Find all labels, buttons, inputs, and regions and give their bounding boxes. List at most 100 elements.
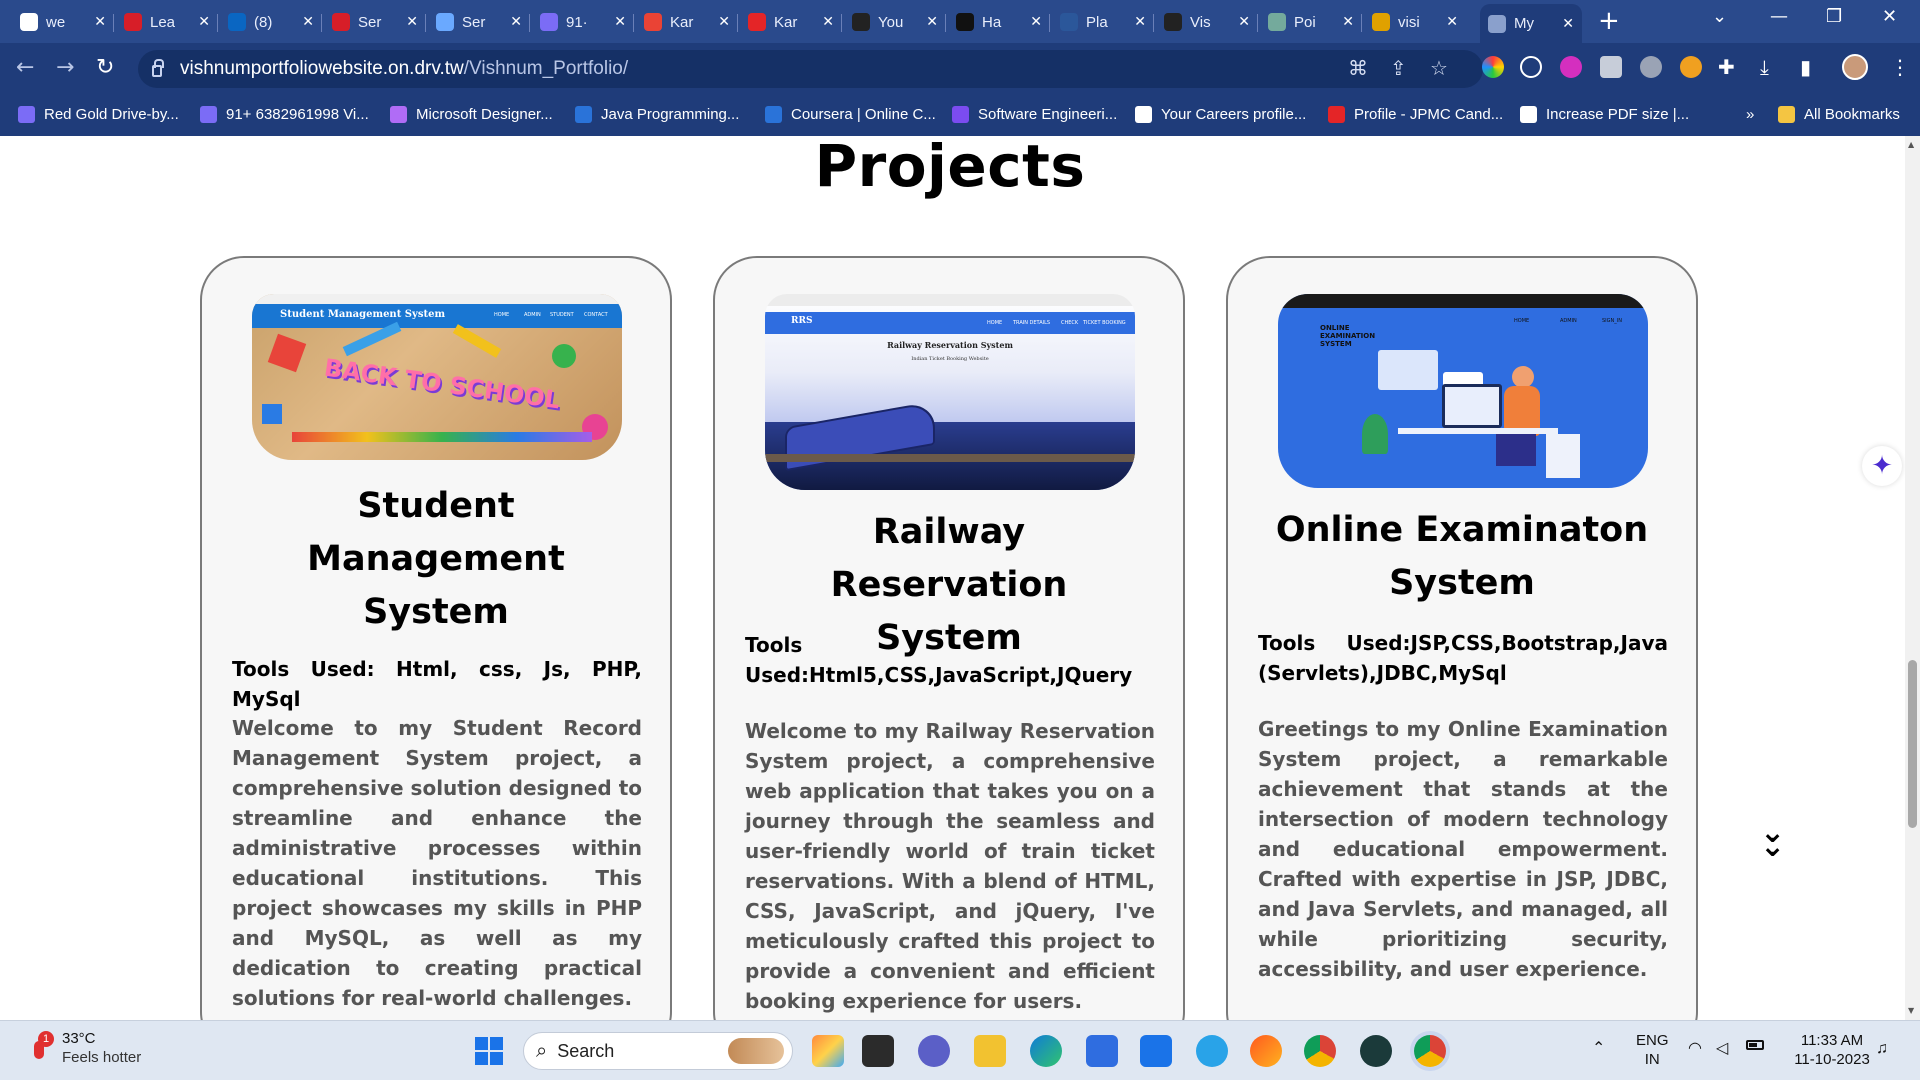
scroll-down-chevron-icon[interactable]: ⌄ ⌄ bbox=[1760, 818, 1785, 862]
page-scrollbar[interactable]: ▲ ▼ bbox=[1905, 136, 1920, 1020]
browser-tab[interactable]: Ser ✕ bbox=[428, 6, 530, 38]
browser-tab[interactable]: Pla ✕ bbox=[1052, 6, 1154, 38]
bookmark-item[interactable]: Profile - JPMC Cand... bbox=[1328, 106, 1503, 123]
tab-search-icon[interactable]: ⌄ bbox=[1712, 6, 1727, 27]
screenshot-nav: STUDENT bbox=[550, 312, 574, 318]
extension-m-icon[interactable] bbox=[1560, 56, 1582, 78]
browser-tab[interactable]: visi ✕ bbox=[1364, 6, 1466, 38]
browser-tab[interactable]: Kar ✕ bbox=[740, 6, 842, 38]
minimize-icon[interactable]: — bbox=[1770, 6, 1788, 27]
browser-tab[interactable]: Lea ✕ bbox=[116, 6, 218, 38]
wifi-icon[interactable]: ◠ bbox=[1688, 1039, 1702, 1058]
bookmark-item[interactable]: Software Engineeri... bbox=[952, 106, 1117, 123]
translate-icon[interactable]: ⌘ bbox=[1348, 56, 1368, 80]
share-icon[interactable]: ⇪ bbox=[1390, 56, 1407, 80]
microsoft-store-icon[interactable] bbox=[1086, 1035, 1118, 1067]
close-tab-icon[interactable]: ✕ bbox=[406, 14, 418, 30]
project-screenshot-student[interactable]: Student Management System HOME ADMIN STU… bbox=[252, 294, 622, 460]
react-devtools-icon[interactable] bbox=[1520, 56, 1542, 78]
browser-tab[interactable]: Vis ✕ bbox=[1156, 6, 1258, 38]
clock[interactable]: 11:33 AM 11-10-2023 bbox=[1784, 1031, 1880, 1069]
close-tab-icon[interactable]: ✕ bbox=[718, 14, 730, 30]
bookmark-item[interactable]: Coursera | Online C... bbox=[765, 106, 936, 123]
close-tab-icon[interactable]: ✕ bbox=[822, 14, 834, 30]
browser-tab[interactable]: 91· ✕ bbox=[532, 6, 634, 38]
bookmark-item[interactable]: 91+ 6382961998 Vi... bbox=[200, 106, 369, 123]
extension-orange-icon[interactable] bbox=[1680, 56, 1702, 78]
taskbar-search[interactable]: ⌕ Search bbox=[523, 1032, 793, 1070]
language-indicator[interactable]: ENG IN bbox=[1636, 1031, 1669, 1069]
volume-icon[interactable]: ◁ bbox=[1716, 1039, 1728, 1058]
url-text[interactable]: vishnumportfoliowebsite.on.drv.tw/Vishnu… bbox=[180, 58, 628, 80]
extensions-puzzle-icon[interactable]: ✚ bbox=[1718, 55, 1735, 79]
bookmark-star-icon[interactable]: ☆ bbox=[1430, 56, 1448, 80]
extension-grey-icon[interactable] bbox=[1640, 56, 1662, 78]
forward-icon[interactable]: → bbox=[56, 55, 74, 80]
browser-tab[interactable]: Poi ✕ bbox=[1260, 6, 1362, 38]
profile-avatar[interactable] bbox=[1842, 54, 1868, 80]
new-tab-button[interactable]: + bbox=[1598, 7, 1620, 35]
back-icon[interactable]: ← bbox=[16, 55, 34, 80]
all-bookmarks-button[interactable]: All Bookmarks bbox=[1778, 106, 1900, 123]
close-tab-icon[interactable]: ✕ bbox=[198, 14, 210, 30]
address-bar[interactable]: vishnumportfoliowebsite.on.drv.tw/Vishnu… bbox=[138, 50, 1483, 88]
browser-tab[interactable]: You ✕ bbox=[844, 6, 946, 38]
reload-icon[interactable]: ↻ bbox=[96, 55, 114, 80]
bookmark-item[interactable]: Your Careers profile... bbox=[1135, 106, 1306, 123]
weather-widget[interactable]: 1 33°C Feels hotter bbox=[26, 1029, 141, 1067]
teams-chat-icon[interactable] bbox=[918, 1035, 950, 1067]
battery-icon[interactable] bbox=[1746, 1040, 1764, 1050]
close-tab-icon[interactable]: ✕ bbox=[302, 14, 314, 30]
download-icon[interactable]: ⤓ bbox=[1760, 55, 1769, 79]
bookmark-item[interactable]: Increase PDF size |... bbox=[1520, 106, 1689, 123]
bookmark-item[interactable]: Red Gold Drive-by... bbox=[18, 106, 179, 123]
chrome-icon[interactable] bbox=[1304, 1035, 1336, 1067]
help-icon[interactable] bbox=[1196, 1035, 1228, 1067]
bookmark-item[interactable]: Microsoft Designer... bbox=[390, 106, 553, 123]
close-window-icon[interactable]: ✕ bbox=[1882, 6, 1897, 27]
close-tab-icon[interactable]: ✕ bbox=[1446, 14, 1458, 30]
browser-tab[interactable]: Ha ✕ bbox=[948, 6, 1050, 38]
scrollbar-thumb[interactable] bbox=[1908, 660, 1917, 828]
close-tab-icon[interactable]: ✕ bbox=[510, 14, 522, 30]
side-panel-icon[interactable]: ▮ bbox=[1800, 55, 1811, 79]
edge-icon[interactable] bbox=[1030, 1035, 1062, 1067]
close-tab-icon[interactable]: ✕ bbox=[1238, 14, 1250, 30]
myhp-icon[interactable] bbox=[1140, 1035, 1172, 1067]
close-tab-icon[interactable]: ✕ bbox=[1030, 14, 1042, 30]
project-screenshot-exam[interactable]: ONLINE EXAMINATION SYSTEM HOME ADMIN SIG… bbox=[1278, 294, 1648, 488]
camera-extension-icon[interactable] bbox=[1600, 56, 1622, 78]
chrome-active-icon[interactable] bbox=[1414, 1035, 1446, 1067]
copilot-icon[interactable] bbox=[812, 1035, 844, 1067]
close-tab-icon[interactable]: ✕ bbox=[94, 14, 106, 30]
android-studio-icon[interactable] bbox=[1360, 1035, 1392, 1067]
close-tab-icon[interactable]: ✕ bbox=[1562, 16, 1574, 32]
file-explorer-icon[interactable] bbox=[974, 1035, 1006, 1067]
restore-icon[interactable]: ❐ bbox=[1826, 6, 1842, 27]
firefox-icon[interactable] bbox=[1250, 1035, 1282, 1067]
close-tab-icon[interactable]: ✕ bbox=[1134, 14, 1146, 30]
bookmark-item[interactable]: Java Programming... bbox=[575, 106, 739, 123]
more-bookmarks-button[interactable]: » bbox=[1746, 106, 1754, 123]
decor-monitor bbox=[1442, 384, 1502, 428]
notification-bell-icon[interactable]: ♫ bbox=[1876, 1039, 1888, 1058]
windows-start-icon[interactable] bbox=[473, 1035, 505, 1067]
task-view-icon[interactable] bbox=[862, 1035, 894, 1067]
scroll-up-arrow-icon[interactable]: ▲ bbox=[1908, 140, 1914, 149]
show-hidden-icons-chevron-icon[interactable]: ⌃ bbox=[1592, 1039, 1605, 1058]
close-tab-icon[interactable]: ✕ bbox=[614, 14, 626, 30]
close-tab-icon[interactable]: ✕ bbox=[926, 14, 938, 30]
lock-icon[interactable] bbox=[152, 59, 164, 77]
browser-tab[interactable]: Ser ✕ bbox=[324, 6, 426, 38]
scroll-down-arrow-icon[interactable]: ▼ bbox=[1908, 1006, 1914, 1015]
chrome-menu-icon[interactable]: ⋮ bbox=[1890, 55, 1910, 79]
browser-tab[interactable]: we ✕ bbox=[12, 6, 114, 38]
browser-tab[interactable]: Kar ✕ bbox=[636, 6, 738, 38]
close-tab-icon[interactable]: ✕ bbox=[1342, 14, 1354, 30]
browser-tab[interactable]: My ✕ bbox=[1480, 4, 1582, 43]
ai-sparkle-icon[interactable]: ✦ bbox=[1862, 446, 1902, 486]
project-screenshot-railway[interactable]: RRS HOME TRAIN DETAILS CHECK TICKET BOOK… bbox=[765, 294, 1135, 490]
tab-title: Vis bbox=[1190, 13, 1211, 31]
browser-tab[interactable]: (8) ✕ bbox=[220, 6, 322, 38]
color-extension-icon[interactable] bbox=[1482, 56, 1504, 78]
